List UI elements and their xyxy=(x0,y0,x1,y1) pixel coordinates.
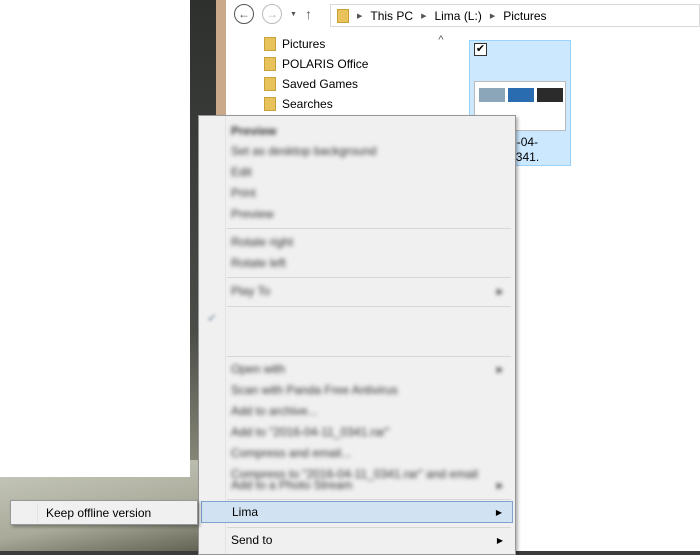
tree-item-searches[interactable]: Searches xyxy=(264,94,368,114)
submenu-arrow-icon: ▶ xyxy=(496,535,503,545)
breadcrumb-this-pc[interactable]: This PC xyxy=(370,9,413,23)
menu-item-add-to-archive[interactable]: Add to archive... xyxy=(201,400,513,422)
tree-item-label: Searches xyxy=(282,97,333,111)
recent-locations-dropdown[interactable]: ▼ xyxy=(290,11,297,18)
address-bar[interactable]: ▶ This PC ▶ Lima (L:) ▶ Pictures xyxy=(330,4,700,27)
searches-folder-icon xyxy=(264,97,276,111)
menu-item-preview[interactable]: Preview xyxy=(201,120,513,142)
menu-item-send-to[interactable]: Send to ▶ xyxy=(201,529,513,551)
forward-button[interactable]: → xyxy=(262,4,282,24)
menu-item-photo-stream[interactable]: Add to a Photo Stream ▶ xyxy=(201,474,513,496)
back-button[interactable]: ← xyxy=(234,4,254,24)
tree-item-polaris-office[interactable]: POLARIS Office xyxy=(264,54,368,74)
context-menu: Preview Set as desktop background Edit P… xyxy=(198,115,516,555)
menu-item-play-to[interactable]: Play To ▶ xyxy=(201,280,513,302)
menu-item-rotate-right[interactable]: Rotate right xyxy=(201,231,513,253)
scrollbar[interactable]: ^ xyxy=(432,34,450,124)
chevron-right-icon[interactable]: ▶ xyxy=(421,12,426,20)
menu-item-label: Lima xyxy=(232,505,259,519)
breadcrumb-drive[interactable]: Lima (L:) xyxy=(434,9,481,23)
blank-window xyxy=(0,0,190,477)
menu-item-label: Send to xyxy=(231,533,273,547)
up-button[interactable]: ↑ xyxy=(305,6,312,22)
menu-item-preview-2[interactable]: Preview xyxy=(201,203,513,225)
folder-icon xyxy=(337,8,349,23)
menu-item-set-desktop-background[interactable]: Set as desktop background xyxy=(201,140,513,162)
navigation-buttons: ← → ▼ ↑ xyxy=(234,4,312,24)
scroll-up-icon[interactable]: ^ xyxy=(438,34,443,46)
menu-item-print[interactable]: Print xyxy=(201,182,513,204)
navigation-pane: Pictures POLARIS Office Saved Games Sear… xyxy=(264,34,368,114)
pictures-folder-icon xyxy=(264,37,276,51)
menu-item-keep-offline-version[interactable]: Keep offline version xyxy=(46,506,151,520)
check-icon: ✔ xyxy=(207,311,218,325)
chevron-right-icon[interactable]: ▶ xyxy=(490,12,495,20)
menu-item-scan-antivirus[interactable]: Scan with Panda Free Antivirus xyxy=(201,379,513,401)
polaris-folder-icon xyxy=(264,57,276,71)
menu-item-open-with[interactable]: Open with ▶ xyxy=(201,358,513,380)
menu-item-rotate-left[interactable]: Rotate left xyxy=(201,252,513,274)
submenu-arrow-icon: ▶ xyxy=(495,507,502,517)
tree-item-saved-games[interactable]: Saved Games xyxy=(264,74,368,94)
menu-item-edit[interactable]: Edit xyxy=(201,161,513,183)
saved-games-folder-icon xyxy=(264,77,276,91)
tree-item-label: Saved Games xyxy=(282,77,359,91)
tree-item-label: Pictures xyxy=(282,37,326,51)
tree-item-label: POLARIS Office xyxy=(282,57,369,71)
menu-item-lima[interactable]: Lima ▶ xyxy=(201,501,513,523)
menu-item-compress-email[interactable]: Compress and email... xyxy=(201,442,513,464)
chevron-right-icon[interactable]: ▶ xyxy=(357,12,362,20)
menu-item-add-to-rar[interactable]: Add to "2016-04-11_0341.rar" xyxy=(201,421,513,443)
tree-item-pictures[interactable]: Pictures xyxy=(264,34,368,54)
file-checkbox[interactable]: ✔ xyxy=(474,43,487,56)
breadcrumb-pictures[interactable]: Pictures xyxy=(503,9,546,23)
lima-submenu: Keep offline version xyxy=(10,500,198,525)
